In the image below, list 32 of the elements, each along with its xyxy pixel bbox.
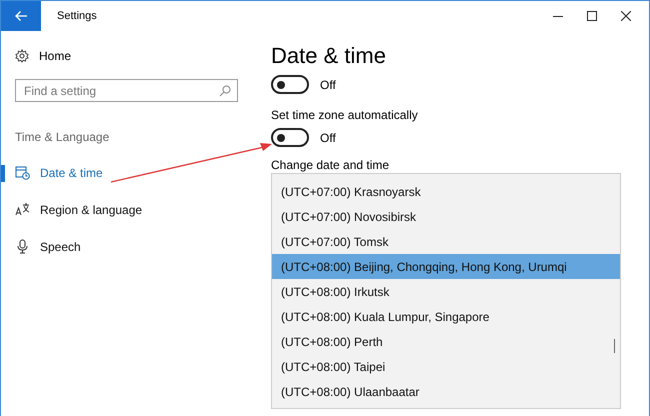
toggle-switch[interactable] bbox=[271, 75, 309, 94]
time-zone-option[interactable]: (UTC+08:00) Ulaanbaatar bbox=[272, 379, 620, 404]
home-link[interactable]: Home bbox=[15, 49, 72, 63]
calendar-clock-icon bbox=[15, 165, 30, 180]
window-title: Settings bbox=[57, 10, 98, 22]
time-zone-option[interactable]: (UTC+08:00) Beijing, Chongqing, Hong Kong, Urumqi bbox=[272, 254, 620, 279]
toggle-state: Off bbox=[320, 130, 336, 144]
scrollbar-thumb[interactable] bbox=[614, 339, 615, 353]
time-zone-option[interactable]: (UTC+07:00) Krasnoyarsk bbox=[272, 179, 620, 204]
toggle-state: Off bbox=[320, 78, 336, 92]
search-field[interactable]: Find a setting bbox=[15, 79, 238, 102]
time-zone-option[interactable]: (UTC+07:00) Novosibirsk bbox=[272, 204, 620, 229]
toggle-switch[interactable] bbox=[271, 128, 309, 147]
page-title: Date & time bbox=[271, 43, 386, 69]
section-heading: Time & Language bbox=[15, 130, 110, 144]
sidebar-item[interactable]: Speech bbox=[1, 228, 263, 265]
language-icon bbox=[15, 202, 30, 217]
time-zone-option[interactable]: (UTC+07:00) Tomsk bbox=[272, 229, 620, 254]
toggle-label: Set time zone automatically bbox=[271, 108, 418, 122]
sidebar-item[interactable]: Date & time bbox=[1, 154, 263, 191]
time-zone-option[interactable]: (UTC+08:00) Taipei bbox=[272, 354, 620, 379]
sidebar-item[interactable]: Region & language bbox=[1, 191, 263, 228]
field-label: Change date and time bbox=[271, 159, 390, 172]
search-icon bbox=[219, 85, 231, 97]
microphone-icon bbox=[15, 239, 30, 254]
time-zone-option[interactable]: (UTC+08:00) Irkutsk bbox=[272, 279, 620, 304]
settings-icon bbox=[15, 49, 29, 63]
maximize-icon bbox=[587, 11, 597, 21]
back-arrow-icon bbox=[14, 10, 28, 22]
time-zone-option[interactable]: (UTC+08:00) Perth bbox=[272, 329, 620, 354]
close-icon bbox=[621, 11, 631, 21]
time-zone-option[interactable]: (UTC+08:00) Kuala Lumpur, Singapore bbox=[272, 304, 620, 329]
